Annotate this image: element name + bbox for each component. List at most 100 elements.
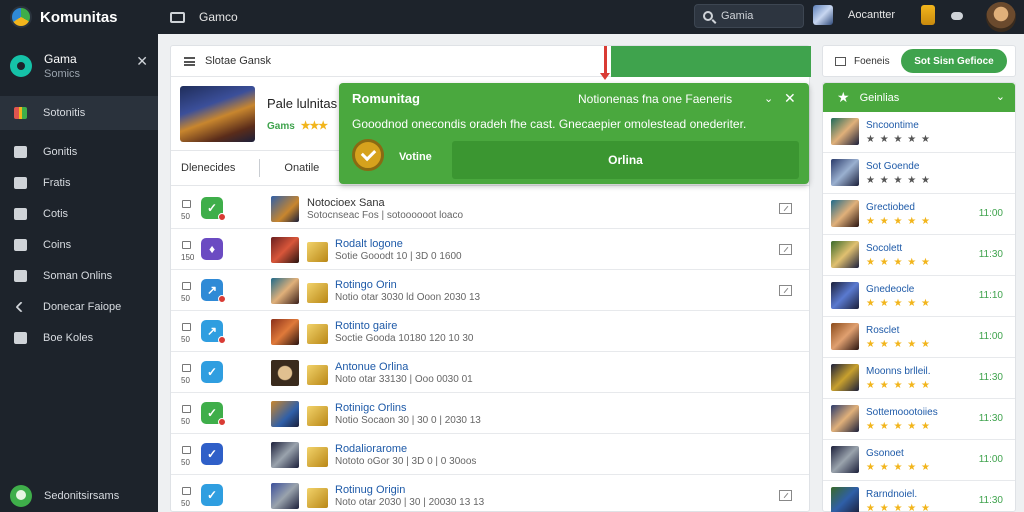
sidebar-item-6[interactable]: Donecar Faiope [0,291,158,322]
item-title[interactable]: Sot Goende [866,161,919,172]
sidebar-item-7[interactable]: Boe Koles [0,322,158,353]
row-title[interactable]: Rotingo Orin [335,279,397,291]
game-cover-thumbnail[interactable] [307,365,328,385]
game-thumbnail [831,241,859,268]
row-title[interactable]: Notocioex Sana [307,197,385,209]
row-checkbox[interactable] [182,282,191,290]
game-thumbnail[interactable] [271,278,299,304]
game-thumbnail[interactable] [271,401,299,427]
list-item[interactable]: Gsonoet ★ ★ ★ ★ ★ 11:00 [823,440,1015,481]
table-row[interactable]: 50 ✓ Notocioex Sana Sotocnseac Fos | sotooo… [171,188,809,229]
table-row[interactable]: 150 ♦ Rodalt logone Sotie Gooodt 10 | 3D 0 … [171,229,809,270]
row-checkbox[interactable] [182,200,191,208]
game-cover-thumbnail[interactable] [307,488,328,508]
table-row[interactable]: 50 ↗ Rotinto gaire Soctie Gooda 10180 120 1… [171,311,809,352]
sidebar-item-5[interactable]: Soman Onlins [0,260,158,291]
list-item[interactable]: Sncoontime ★ ★ ★ ★ ★ [823,112,1015,153]
list-item[interactable]: Gnedeocle ★ ★ ★ ★ ★ 11:10 [823,276,1015,317]
list-item[interactable]: Rarndnoiel. ★ ★ ★ ★ ★ 11:30 [823,481,1015,512]
top-nav-games[interactable]: Gamco [170,10,238,24]
row-title[interactable]: Antonue Orlina [335,361,408,373]
item-title[interactable]: Socolett [866,243,902,254]
game-cover-thumbnail[interactable] [307,242,328,262]
item-title[interactable]: Moonns brlleil. [866,366,930,377]
table-row[interactable]: 50 ✓ Antonue Orlina Noto otar 33130 | Ooo 0… [171,352,809,393]
row-title[interactable]: Rodalt logone [335,238,403,250]
gamepad-icon[interactable] [951,12,963,20]
game-thumbnail[interactable] [271,237,299,263]
set-sign-button[interactable]: Sot Sisn Gefioce [901,49,1007,73]
sidebar-item-2[interactable]: Fratis [0,167,158,198]
item-title[interactable]: Sottemoootoiies [866,407,938,418]
item-title[interactable]: Grectiobed [866,202,915,213]
table-row[interactable]: 50 ✓ Rotinug Origin Noto otar 2030 | 30 | 2… [171,475,809,512]
list-item[interactable]: Socolett ★ ★ ★ ★ ★ 11:30 [823,235,1015,276]
list-item[interactable]: Sot Goende ★ ★ ★ ★ ★ [823,153,1015,194]
featured-game[interactable]: Pale lulnitas Gams ★★★ [180,86,337,142]
sidebar-item-1[interactable]: Gonitis [0,136,158,167]
game-thumbnail-icon[interactable] [813,5,833,25]
phone-icon[interactable] [921,5,935,25]
chevron-down-icon[interactable]: ⌄ [996,90,1005,103]
sidebar-footer[interactable]: Sedonitsirsams [0,480,158,512]
sidebar-item-3[interactable]: Cotis [0,198,158,229]
list-item[interactable]: Sottemoootoiies ★ ★ ★ ★ ★ 11:30 [823,399,1015,440]
featured-game-image [180,86,255,142]
sidebar-item-0[interactable]: Sotonitis [0,96,158,130]
item-title[interactable]: Gnedeocle [866,284,914,295]
game-thumbnail[interactable] [271,360,299,386]
list-item[interactable]: Moonns brlleil. ★ ★ ★ ★ ★ 11:30 [823,358,1015,399]
game-cover-thumbnail[interactable] [307,283,328,303]
app-badge-icon: ✓ [201,361,223,383]
chevron-down-icon[interactable]: ⌄ [764,92,773,105]
item-score: 11:00 [978,331,1003,342]
close-icon[interactable]: ✕ [784,90,796,107]
right-panel-header[interactable]: ★ Geinlias ⌄ [823,83,1015,112]
item-title[interactable]: Sncoontime [866,120,919,131]
row-checkbox[interactable] [182,241,191,249]
check-badge-icon [352,139,384,171]
game-cover-thumbnail[interactable] [307,406,328,426]
row-title[interactable]: Rotinto gaire [335,320,397,332]
item-title[interactable]: Rosclet [866,325,899,336]
tab-onatile[interactable]: Onatile [274,162,329,174]
row-checkbox[interactable] [182,323,191,331]
sidebar-subtitle: Somics [44,68,81,80]
item-title[interactable]: Gsonoet [866,448,904,459]
user-label[interactable]: Aocantter [848,9,895,21]
edit-icon[interactable] [779,285,792,296]
item-title[interactable]: Rarndnoiel. [866,489,917,500]
search-input[interactable]: Gamia [694,4,804,28]
table-row[interactable]: 50 ✓ Rodaliorarome Nototo oGor 30 | 3D 0 | … [171,434,809,475]
game-cover-thumbnail[interactable] [307,324,328,344]
edit-icon[interactable] [779,244,792,255]
online-button[interactable]: Orlina [452,141,799,179]
table-row[interactable]: 50 ✓ Rotinigc Orlins Notio Socaon 30 | 30 0… [171,393,809,434]
game-thumbnail[interactable] [271,442,299,468]
game-cover-thumbnail[interactable] [307,447,328,467]
avatar[interactable] [986,2,1016,32]
row-checkbox[interactable] [182,405,191,413]
close-icon[interactable]: ✕ [136,54,148,68]
row-title[interactable]: Rodaliorarome [335,443,407,455]
game-thumbnail[interactable] [271,196,299,222]
game-thumbnail[interactable] [271,483,299,509]
row-title[interactable]: Rotinug Origin [335,484,405,496]
game-thumbnail[interactable] [271,319,299,345]
row-checkbox[interactable] [182,364,191,372]
row-number: 50 [181,458,190,467]
list-item[interactable]: Grectiobed ★ ★ ★ ★ ★ 11:00 [823,194,1015,235]
tab-dlenecides[interactable]: Dlenecides [171,162,245,174]
sidebar-item-4[interactable]: Coins [0,229,158,260]
right-top-label[interactable]: Foeneis [854,56,890,67]
list-item[interactable]: Rosclet ★ ★ ★ ★ ★ 11:00 [823,317,1015,358]
row-checkbox[interactable] [182,487,191,495]
game-thumbnail [831,364,859,391]
row-checkbox[interactable] [182,446,191,454]
row-title[interactable]: Rotinigc Orlins [335,402,407,414]
rating-stars: ★ ★ ★ ★ ★ [866,257,931,268]
edit-icon[interactable] [779,203,792,214]
brand[interactable]: Komunitas [0,6,160,28]
table-row[interactable]: 50 ↗ Rotingo Orin Notio otar 3030 ld Ooon 2… [171,270,809,311]
edit-icon[interactable] [779,490,792,501]
